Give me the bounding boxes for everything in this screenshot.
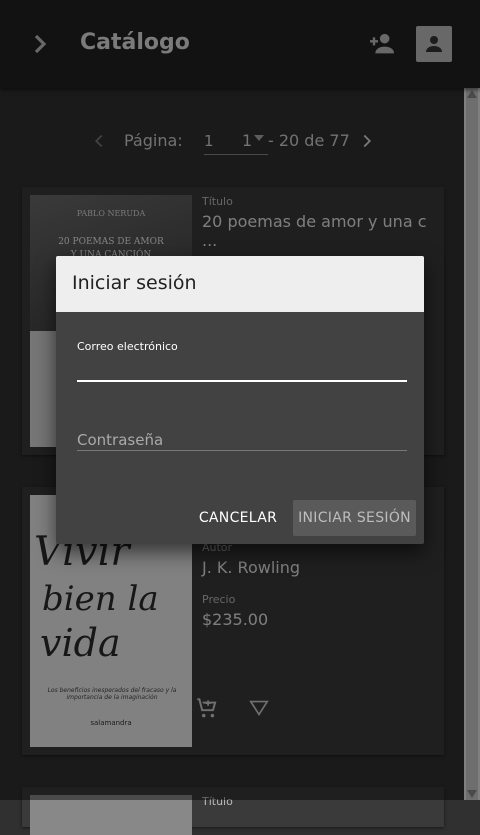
email-field[interactable] — [77, 356, 407, 382]
dialog-header: Iniciar sesión — [56, 256, 424, 312]
book-cover[interactable] — [30, 795, 192, 835]
login-dialog: Iniciar sesión Correo electrónico Contra… — [56, 256, 424, 544]
email-label: Correo electrónico — [77, 340, 178, 353]
password-field[interactable]: Contraseña — [77, 428, 407, 451]
dialog-title: Iniciar sesión — [72, 272, 197, 294]
cancel-button[interactable]: CANCELAR — [196, 500, 280, 536]
password-placeholder: Contraseña — [77, 431, 164, 449]
login-button[interactable]: INICIAR SESIÓN — [293, 500, 416, 536]
